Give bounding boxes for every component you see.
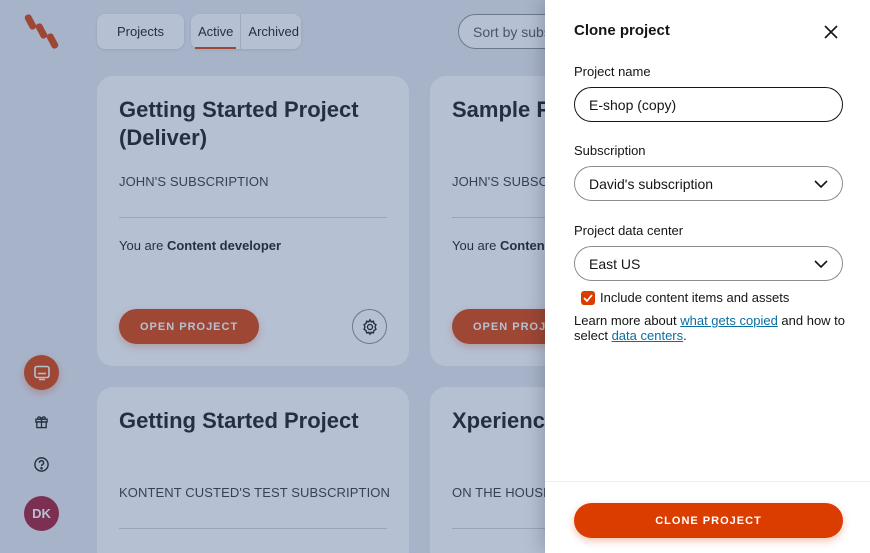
help-text: Learn more about what gets copied and ho… xyxy=(574,313,846,343)
include-content-label[interactable]: Include content items and assets xyxy=(600,290,789,305)
project-name-input[interactable] xyxy=(574,87,843,122)
modal-backdrop[interactable] xyxy=(0,0,545,553)
include-content-option: Include content items and assets xyxy=(581,290,789,305)
subscription-value: David's subscription xyxy=(589,175,714,192)
data-centers-link[interactable]: data centers xyxy=(612,328,684,343)
panel-title: Clone project xyxy=(574,22,670,39)
subscription-select[interactable]: David's subscription xyxy=(574,166,843,201)
chevron-down-icon xyxy=(814,259,828,268)
panel-footer-divider xyxy=(545,481,870,482)
datacenter-label: Project data center xyxy=(574,223,684,238)
include-content-checkbox[interactable] xyxy=(581,290,595,305)
datacenter-value: East US xyxy=(589,255,641,272)
close-icon xyxy=(824,25,838,39)
close-button[interactable] xyxy=(821,22,841,42)
subscription-label: Subscription xyxy=(574,143,646,158)
datacenter-select[interactable]: East US xyxy=(574,246,843,281)
project-name-label: Project name xyxy=(574,64,651,79)
check-icon xyxy=(583,293,593,302)
clone-project-button[interactable]: CLONE PROJECT xyxy=(574,503,843,538)
what-gets-copied-link[interactable]: what gets copied xyxy=(680,313,778,328)
chevron-down-icon xyxy=(814,179,828,188)
clone-project-panel: Clone project Project name Subscription … xyxy=(545,0,870,553)
